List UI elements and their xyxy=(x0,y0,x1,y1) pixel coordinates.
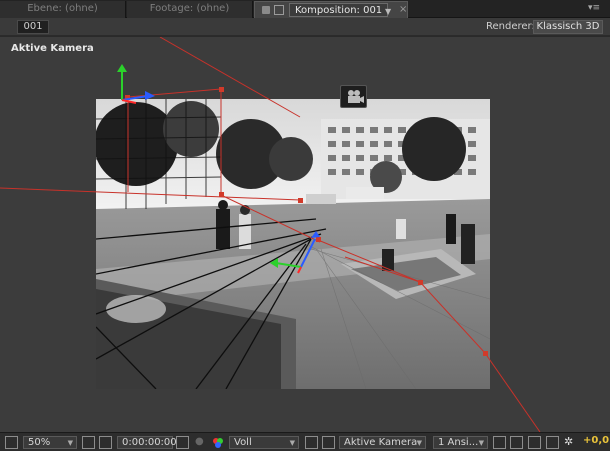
magnification-dropdown[interactable]: 50% ▼ xyxy=(23,436,77,449)
guide-line-bottom-right xyxy=(484,352,541,432)
chevron-down-icon: ▼ xyxy=(289,439,295,447)
camera-icon xyxy=(348,90,364,103)
axis-gizmo-camera xyxy=(117,64,155,104)
transparency-grid-icon[interactable] xyxy=(99,436,112,449)
tab-footage[interactable]: Footage: (ohne) xyxy=(127,1,253,18)
camera-tool-button[interactable] xyxy=(340,85,367,108)
channel-icon[interactable] xyxy=(211,436,224,449)
reset-exposure-icon[interactable]: ✲ xyxy=(564,436,578,449)
view-dropdown[interactable]: Aktive Kamera ▼ xyxy=(339,436,426,449)
chevron-down-icon: ▼ xyxy=(478,439,484,447)
composition-header: 001 Renderer: Klassisch 3D xyxy=(0,18,610,36)
tab-layer[interactable]: Ebene: (ohne) xyxy=(0,1,126,18)
flowchart-icon[interactable] xyxy=(546,436,559,449)
rgb-channels-icon xyxy=(213,438,223,448)
always-preview-icon[interactable] xyxy=(5,436,18,449)
region-of-interest-icon[interactable] xyxy=(82,436,95,449)
toggle-pixel-aspect-icon[interactable] xyxy=(493,436,506,449)
fast-previews-icon[interactable] xyxy=(305,436,318,449)
resolution-value: Voll xyxy=(234,437,252,448)
control-point xyxy=(219,87,224,92)
footage-layer[interactable] xyxy=(96,99,490,389)
view-value: Aktive Kamera xyxy=(344,437,418,448)
composition-viewer[interactable]: Aktive Kamera xyxy=(0,37,610,432)
magnification-value: 50% xyxy=(28,437,51,448)
composition-name-chip[interactable]: 001 xyxy=(17,20,49,34)
panel-menu-icon[interactable]: ▾≡ xyxy=(588,3,602,14)
timecode-value: 0:00:00:00 xyxy=(122,437,177,448)
active-camera-label: Aktive Kamera xyxy=(11,43,94,54)
panel-options-icon[interactable] xyxy=(274,5,284,15)
fast-draft-icon[interactable] xyxy=(510,436,523,449)
renderer-button[interactable]: Klassisch 3D xyxy=(533,20,603,34)
transparency-toggle-icon[interactable] xyxy=(322,436,335,449)
view-layout-dropdown[interactable]: 1 Ansi... ▼ xyxy=(433,436,488,449)
viewer-toolbar: 50% ▼ 0:00:00:00 ● Voll ▼ Aktive Kamera … xyxy=(0,432,610,451)
exposure-value[interactable]: +0,0 xyxy=(583,435,609,446)
chevron-down-icon: ▼ xyxy=(416,439,422,447)
lock-icon[interactable] xyxy=(262,6,270,14)
timecode-field[interactable]: 0:00:00:00 xyxy=(117,436,177,449)
timeline-icon[interactable] xyxy=(528,436,541,449)
show-snapshot-icon[interactable]: ● xyxy=(195,436,207,449)
panel-tab-bar: Ebene: (ohne) Footage: (ohne) Kompositio… xyxy=(0,0,610,18)
footage-image xyxy=(96,99,490,389)
guide-line-top-edge xyxy=(127,88,222,98)
composition-tab-label: Komposition: 001 xyxy=(289,3,389,17)
view-layout-value: 1 Ansi... xyxy=(438,437,479,448)
tab-composition[interactable]: Komposition: 001 ▼ × xyxy=(254,1,408,18)
chevron-down-icon: ▼ xyxy=(67,439,73,447)
snapshot-icon[interactable] xyxy=(176,436,189,449)
resolution-dropdown[interactable]: Voll ▼ xyxy=(229,436,299,449)
renderer-label: Renderer: xyxy=(486,21,535,32)
close-icon[interactable]: × xyxy=(399,2,407,18)
